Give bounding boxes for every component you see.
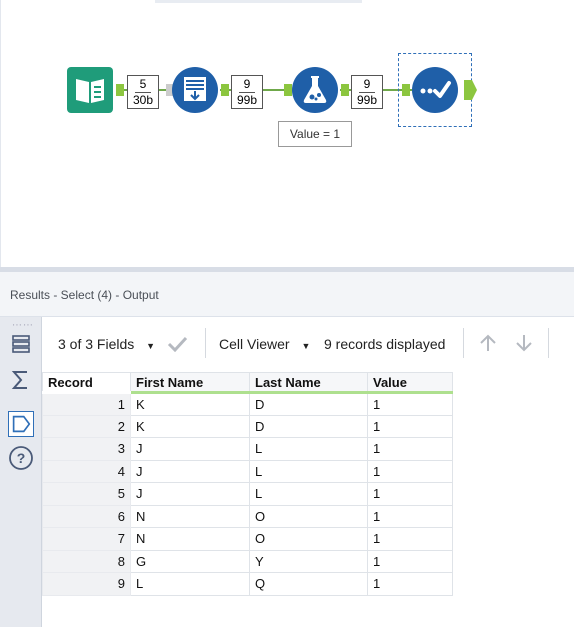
cell-first-name[interactable]: J [130,482,250,506]
output-anchor[interactable] [464,80,478,100]
record-size: 30b [132,93,154,107]
workflow-canvas[interactable]: 5 30b 9 99b 9 99b Value = 1 [0,0,574,268]
toolbar-divider [205,328,206,358]
cell-last-name[interactable]: Y [249,549,368,573]
toolbar-divider [548,328,549,358]
record-number: 5 [42,482,131,506]
record-number: 8 [42,549,131,573]
record-size: 99b [236,93,258,107]
select-checkmark-icon[interactable] [412,67,458,113]
chevron-down-icon: ▼ [146,341,156,351]
record-number: 7 [42,527,131,551]
record-count: 9 [359,77,375,93]
table-row[interactable]: 9 L Q 1 [42,572,453,596]
toolbar-divider [463,328,464,358]
cell-viewer-dropdown[interactable]: Cell Viewer ▼ [219,336,310,352]
cell-last-name[interactable]: D [249,414,368,438]
summation-icon[interactable] [8,367,34,393]
cell-value[interactable]: 1 [367,504,453,528]
table-row[interactable]: 4 J L 1 [42,459,453,483]
record-number: 4 [42,459,131,483]
output-anchor[interactable] [221,84,229,96]
cell-value[interactable]: 1 [367,392,453,416]
cell-value[interactable]: 1 [367,572,453,596]
cell-value[interactable]: 1 [367,437,453,461]
table-view-icon[interactable] [8,331,34,357]
results-toolbar: 3 of 3 Fields ▼ Cell Viewer ▼ 9 records … [42,317,574,371]
cell-value[interactable]: 1 [367,482,453,506]
record-number: 3 [42,437,131,461]
cell-first-name[interactable]: K [130,414,250,438]
cell-first-name[interactable]: N [130,504,250,528]
tag-icon[interactable] [8,411,34,437]
cell-value[interactable]: 1 [367,414,453,438]
cell-first-name[interactable]: K [130,392,250,416]
column-header-first-name[interactable]: First Name [130,372,250,394]
input-data-book-icon[interactable] [67,67,113,113]
cell-last-name[interactable]: Q [249,572,368,596]
results-grid[interactable]: Record First Name Last Name Value 1 K D … [42,372,453,596]
arrow-up-icon[interactable] [478,333,498,353]
record-count-badge: 5 30b [127,75,159,109]
table-row[interactable]: 6 N O 1 [42,504,453,528]
svg-text:?: ? [17,450,26,466]
cell-last-name[interactable]: O [249,527,368,551]
cell-first-name[interactable]: J [130,437,250,461]
cell-first-name[interactable]: J [130,459,250,483]
record-count: 5 [135,77,151,93]
canvas-scroll-indicator [155,0,362,3]
chevron-down-icon: ▼ [301,341,311,351]
help-icon[interactable]: ? [8,445,34,471]
grip-icon[interactable]: ⋯⋯ [12,320,34,331]
table-row[interactable]: 2 K D 1 [42,414,453,438]
formula-flask-icon[interactable] [292,67,338,113]
fields-label: 3 of 3 Fields [58,336,135,352]
results-sidebar: ⋯⋯ ? [0,317,42,627]
cell-viewer-label: Cell Viewer [219,336,290,352]
table-row[interactable]: 8 G Y 1 [42,549,453,573]
input-anchor[interactable] [284,84,292,96]
table-row[interactable]: 7 N O 1 [42,527,453,551]
record-number: 2 [42,414,131,438]
cell-value[interactable]: 1 [367,459,453,483]
record-count: 9 [239,77,255,93]
records-displayed: 9 records displayed [324,336,446,352]
record-number: 1 [42,392,131,416]
column-header-value[interactable]: Value [367,372,453,394]
fields-dropdown[interactable]: 3 of 3 Fields ▼ [58,336,155,352]
record-count-badge: 9 99b [231,75,263,109]
results-window-header: Results - Select (4) - Output [0,272,574,317]
canvas-border [0,0,1,268]
grid-header-row: Record First Name Last Name Value [42,372,453,394]
record-number: 9 [42,572,131,596]
table-row[interactable]: 1 K D 1 [42,392,453,416]
column-header-record[interactable]: Record [42,372,131,394]
table-row[interactable]: 3 J L 1 [42,437,453,461]
text-input-icon[interactable] [172,67,218,113]
arrow-down-icon[interactable] [514,333,534,353]
cell-last-name[interactable]: L [249,437,368,461]
apply-checkmark-icon[interactable] [166,336,188,352]
cell-value[interactable]: 1 [367,549,453,573]
record-count-badge: 9 99b [351,75,383,109]
results-title: Results - Select (4) - Output [10,288,159,302]
column-header-last-name[interactable]: Last Name [249,372,368,394]
output-anchor[interactable] [116,84,124,96]
table-row[interactable]: 5 J L 1 [42,482,453,506]
tool-annotation: Value = 1 [278,121,352,147]
cell-first-name[interactable]: L [130,572,250,596]
cell-last-name[interactable]: L [249,482,368,506]
cell-last-name[interactable]: L [249,459,368,483]
record-size: 99b [356,93,378,107]
cell-first-name[interactable]: N [130,527,250,551]
output-anchor[interactable] [341,84,349,96]
record-number: 6 [42,504,131,528]
input-anchor[interactable] [402,84,410,96]
cell-first-name[interactable]: G [130,549,250,573]
cell-value[interactable]: 1 [367,527,453,551]
cell-last-name[interactable]: O [249,504,368,528]
cell-last-name[interactable]: D [249,392,368,416]
